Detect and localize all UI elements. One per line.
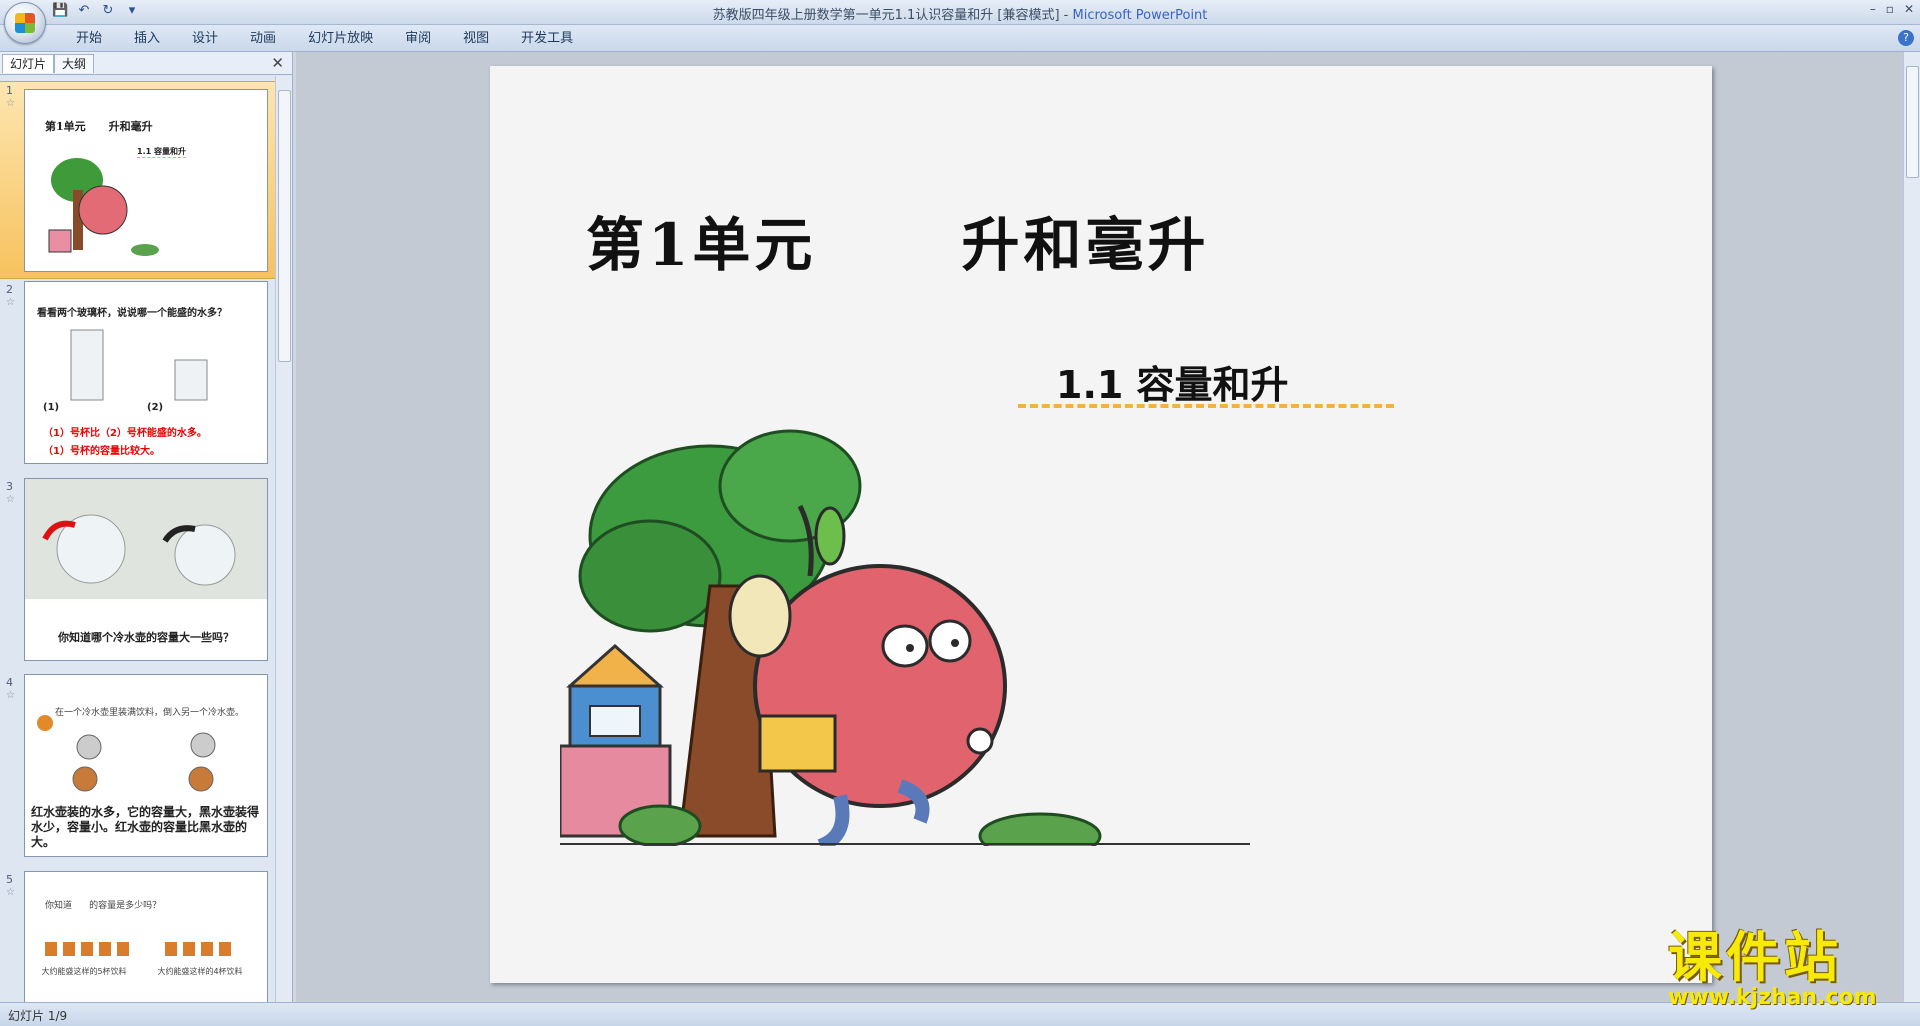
panel-tabs: 幻灯片 大纲 ✕ [0, 52, 292, 75]
office-button[interactable] [4, 2, 46, 44]
window-controls: – ▫ ✕ [1870, 2, 1914, 16]
watermark-url: www.kjzhan.com [1668, 985, 1877, 1010]
status-bar: 幻灯片 1/9 [0, 1002, 1920, 1026]
slide-number: 4 [6, 676, 13, 689]
thumbnail-slide-1[interactable]: 1 ☆ 第1单元 升和毫升 1.1 容量和升 [0, 81, 276, 279]
subtitle-dashed-line [1018, 404, 1394, 408]
tree-apple-illustration [48, 158, 159, 256]
tab-developer[interactable]: 开发工具 [505, 30, 589, 48]
glass-label-1: (1) [43, 402, 60, 413]
title-bar: 💾 ↶ ↻ ▾ 苏教版四年级上册数学第一单元1.1认识容量和升 [兼容模式] -… [0, 0, 1920, 25]
thumbnail-slide-5[interactable]: 5 ☆ 你知道 的容量是多少吗？ 大约能盛这样的5杯饮料 大约能盛这样的4杯饮料 [0, 871, 276, 1002]
ribbon: 开始 插入 设计 动画 幻灯片放映 审阅 视图 开发工具 ? [0, 25, 1920, 52]
help-icon[interactable]: ? [1898, 30, 1914, 46]
tab-review[interactable]: 审阅 [389, 30, 447, 48]
close-button[interactable]: ✕ [1904, 2, 1914, 16]
tree-apple-illustration[interactable] [560, 416, 1260, 846]
transition-star-icon: ☆ [6, 690, 15, 701]
tab-slides[interactable]: 幻灯片 [2, 54, 55, 73]
slide-number: 2 [6, 283, 13, 296]
tab-home[interactable]: 开始 [60, 30, 118, 48]
thumbnail-slide-3[interactable]: 3 ☆ 你知道哪个冷水壶的容量大一些吗？ [0, 478, 276, 668]
cups-illustration [45, 942, 231, 956]
thumbnail-scrollbar[interactable] [275, 76, 292, 1002]
slide-number: 3 [6, 480, 13, 493]
transition-star-icon: ☆ [6, 297, 15, 308]
tab-outline[interactable]: 大纲 [54, 54, 95, 73]
slides-panel: 幻灯片 大纲 ✕ 1 ☆ 第1单元 升和毫升 1.1 容量和升 2 ☆ 看看两个… [0, 52, 293, 1002]
slide-preview: 在一个冷水壶里装满饮料，倒入另一个冷水壶。 红水壶装的水多，它的容量大，黑水壶装… [24, 674, 268, 857]
transition-star-icon: ☆ [6, 98, 15, 109]
transition-star-icon: ☆ [6, 494, 15, 505]
slide-number: 1 [6, 84, 13, 97]
window-title: 苏教版四年级上册数学第一单元1.1认识容量和升 [兼容模式] - Microso… [712, 8, 1208, 23]
restore-button[interactable]: ▫ [1886, 2, 1894, 16]
tab-animations[interactable]: 动画 [234, 30, 292, 48]
thumb-answer-2: （1）号杯的容量比较大。 [43, 446, 160, 457]
slide-preview: 看看两个玻璃杯，说说哪一个能盛的水多？ (1) (2) （1）号杯比（2）号杯能… [24, 281, 268, 464]
thumb-question: 你知道哪个冷水壶的容量大一些吗？ [58, 631, 234, 644]
slide-number: 5 [6, 873, 13, 886]
thumb-answer-1: （1）号杯比（2）号杯能盛的水多。 [43, 428, 207, 439]
thumb-note-a: 大约能盛这样的5杯饮料 [41, 967, 127, 976]
slide-subtitle[interactable]: 1.1 容量和升 [1056, 354, 1289, 409]
glass-label-2: (2) [147, 402, 164, 413]
scrollbar-thumb[interactable] [278, 90, 291, 362]
watermark-title: 课件站 [1668, 925, 1842, 989]
current-slide[interactable]: 第1单元 升和毫升 1.1 容量和升 [490, 66, 1712, 983]
slide-scrollbar[interactable] [1903, 52, 1920, 1002]
panel-close-icon[interactable]: ✕ [271, 54, 284, 72]
tab-view[interactable]: 视图 [447, 30, 505, 48]
tab-slideshow[interactable]: 幻灯片放映 [292, 30, 389, 48]
slide-preview: 你知道哪个冷水壶的容量大一些吗？ [24, 478, 268, 661]
thumb-text: 红水壶装的水多，它的容量大，黑水壶装得水少，容量小。红水壶的容量比黑水壶的大。 [31, 805, 260, 849]
office-logo-icon [15, 13, 35, 33]
transition-star-icon: ☆ [6, 887, 15, 898]
scrollbar-thumb[interactable] [1906, 66, 1919, 178]
slide-title[interactable]: 第1单元 升和毫升 [586, 198, 1210, 282]
tab-insert[interactable]: 插入 [118, 30, 176, 48]
site-watermark: 课件站 www.kjzhan.com [1668, 928, 1904, 1010]
tab-design[interactable]: 设计 [176, 30, 234, 48]
slide-counter: 幻灯片 1/9 [8, 1009, 68, 1023]
slide-preview: 你知道 的容量是多少吗？ 大约能盛这样的5杯饮料 大约能盛这样的4杯饮料 [24, 871, 268, 1002]
thumb-note-b: 大约能盛这样的4杯饮料 [157, 967, 243, 976]
document-title: 苏教版四年级上册数学第一单元1.1认识容量和升 [兼容模式] [712, 8, 1060, 23]
minimize-button[interactable]: – [1870, 2, 1876, 16]
ribbon-tabs: 开始 插入 设计 动画 幻灯片放映 审阅 视图 开发工具 [60, 30, 589, 48]
thumbnail-slide-4[interactable]: 4 ☆ 在一个冷水壶里装满饮料，倒入另一个冷水壶。 红水壶装的水多，它的容量大，… [0, 674, 276, 864]
thumbnail-slide-2[interactable]: 2 ☆ 看看两个玻璃杯，说说哪一个能盛的水多？ (1) (2) （1）号杯比（2… [0, 281, 276, 471]
app-name: Microsoft PowerPoint [1072, 8, 1208, 23]
slide-preview: 第1单元 升和毫升 1.1 容量和升 [24, 89, 268, 272]
thumbnail-list: 1 ☆ 第1单元 升和毫升 1.1 容量和升 2 ☆ 看看两个玻璃杯，说说哪一个… [0, 76, 276, 1002]
slide-editor: 第1单元 升和毫升 1.1 容量和升 [296, 52, 1904, 1002]
